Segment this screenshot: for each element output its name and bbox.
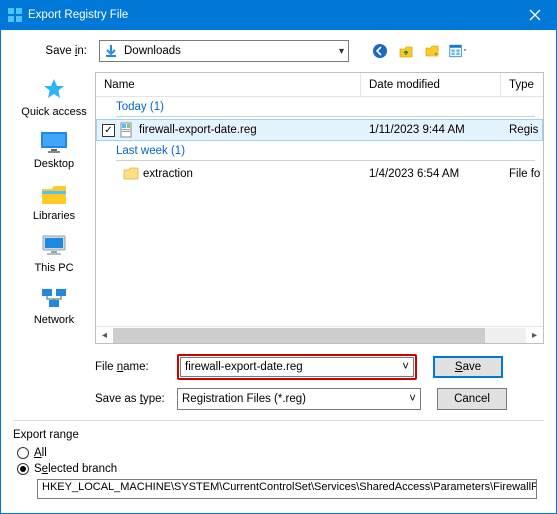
col-date[interactable]: Date modified	[361, 73, 501, 96]
places-bar: Quick access Desktop Libraries This PC N…	[13, 72, 95, 344]
filename-label: File name:	[95, 361, 177, 373]
place-this-pc[interactable]: This PC	[18, 232, 90, 274]
place-libraries[interactable]: Libraries	[18, 180, 90, 222]
filename-combo[interactable]: firewall-export-date.reg ˅	[180, 357, 414, 377]
save-button[interactable]: Save	[433, 356, 503, 378]
group-today[interactable]: Today (1)	[96, 97, 543, 115]
list-item[interactable]: ✓ firewall-export-date.reg 1/11/2023 9:4…	[96, 119, 543, 141]
chevron-down-icon: ˅	[402, 361, 409, 373]
radio-icon	[17, 447, 29, 459]
scroll-right-icon[interactable]: ▸	[526, 327, 543, 344]
pc-icon	[38, 232, 70, 260]
export-range-label: Export range	[13, 429, 544, 441]
chevron-down-icon: ▾	[339, 46, 344, 57]
file-type: File fo	[501, 168, 543, 180]
libraries-icon	[38, 180, 70, 208]
view-menu-icon[interactable]	[449, 42, 467, 60]
radio-all[interactable]: All	[17, 447, 544, 459]
radio-checked-icon	[17, 463, 29, 475]
save-in-value: Downloads	[124, 45, 181, 57]
title-bar: Export Registry File	[0, 0, 557, 30]
radio-selected-branch[interactable]: Selected branch	[17, 463, 544, 475]
savetype-label: Save as type:	[95, 393, 177, 405]
savetype-combo[interactable]: Registration Files (*.reg) ˅	[177, 388, 421, 410]
file-list: Name Date modified Type Today (1) ✓ fire…	[95, 72, 544, 344]
file-date: 1/4/2023 6:54 AM	[361, 168, 501, 180]
place-desktop[interactable]: Desktop	[18, 128, 90, 170]
desktop-icon	[38, 128, 70, 156]
file-type: Regis	[501, 124, 543, 136]
savetype-value: Registration Files (*.reg)	[182, 393, 306, 405]
back-icon[interactable]	[371, 42, 389, 60]
place-network[interactable]: Network	[18, 284, 90, 326]
downloads-icon	[104, 44, 118, 58]
chevron-down-icon: ˅	[409, 393, 416, 405]
up-one-level-icon[interactable]	[397, 42, 415, 60]
new-folder-icon[interactable]	[423, 42, 441, 60]
cancel-button[interactable]: Cancel	[437, 388, 507, 410]
save-in-combo[interactable]: Downloads ▾	[99, 40, 349, 62]
scroll-left-icon[interactable]: ◂	[96, 327, 113, 344]
filename-highlight: firewall-export-date.reg ˅	[177, 354, 417, 380]
scroll-thumb[interactable]	[113, 328, 485, 343]
network-icon	[38, 284, 70, 312]
star-icon	[38, 76, 70, 104]
filename-value: firewall-export-date.reg	[185, 361, 303, 373]
file-name: firewall-export-date.reg	[139, 124, 257, 136]
col-type[interactable]: Type	[501, 73, 543, 96]
folder-icon	[123, 166, 139, 182]
reg-file-icon	[119, 122, 135, 138]
window-title: Export Registry File	[28, 9, 128, 21]
horizontal-scrollbar[interactable]: ◂ ▸	[96, 326, 543, 343]
list-item[interactable]: extraction 1/4/2023 6:54 AM File fo	[96, 163, 543, 185]
column-headers[interactable]: Name Date modified Type	[96, 73, 543, 97]
file-name: extraction	[143, 168, 193, 180]
group-lastweek[interactable]: Last week (1)	[96, 141, 543, 159]
place-quick-access[interactable]: Quick access	[18, 76, 90, 118]
save-in-label: Save in:	[13, 45, 91, 57]
col-name[interactable]: Name	[96, 73, 361, 96]
file-date: 1/11/2023 9:44 AM	[361, 124, 501, 136]
checkbox-icon[interactable]: ✓	[102, 124, 115, 137]
branch-path-input[interactable]: HKEY_LOCAL_MACHINE\SYSTEM\CurrentControl…	[37, 479, 537, 499]
close-button[interactable]	[512, 0, 557, 30]
registry-app-icon	[8, 8, 22, 22]
